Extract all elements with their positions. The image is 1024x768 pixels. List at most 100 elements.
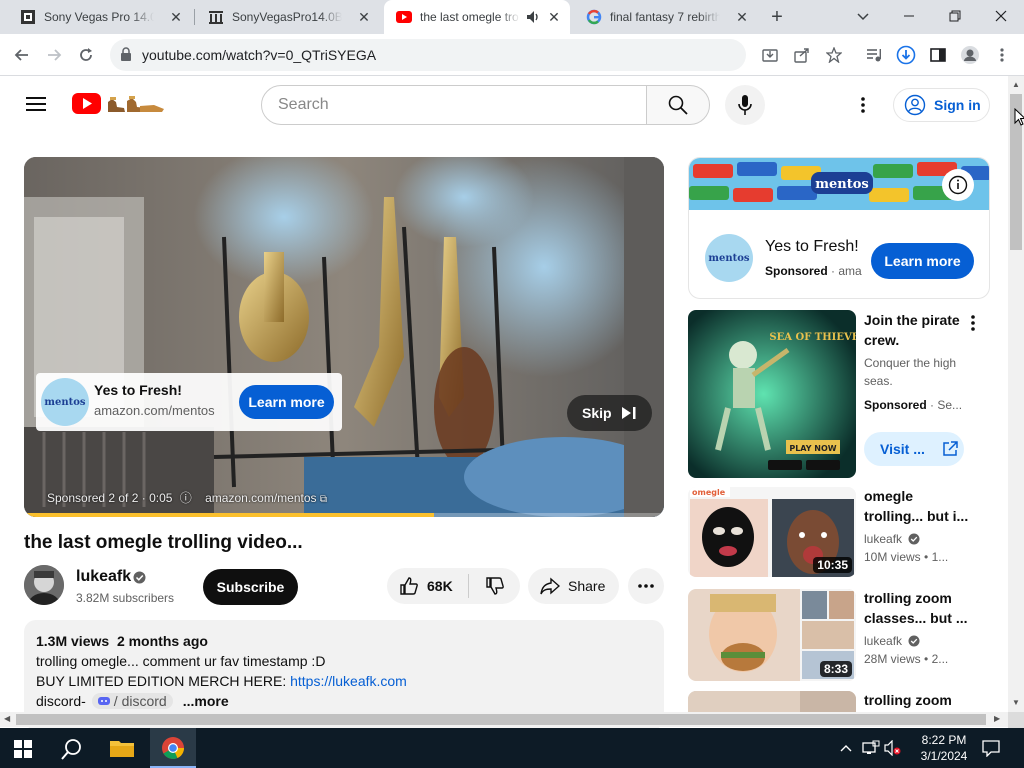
related-video-title-2[interactable]: trolling zoom classes... but ... xyxy=(864,588,968,628)
volume-muted-icon[interactable] xyxy=(884,739,902,761)
dislike-button[interactable] xyxy=(469,568,520,604)
related-video-title-1[interactable]: omegle trolling... but i... xyxy=(864,486,968,526)
settings-kebab-icon[interactable] xyxy=(860,96,866,119)
related-video-channel-2[interactable]: lukeafk xyxy=(864,632,920,650)
description-line-1: trolling omegle... comment ur fav timest… xyxy=(36,653,326,669)
promo-visit-button[interactable]: Visit ... xyxy=(864,432,964,466)
scroll-right-arrow-icon[interactable]: ▶ xyxy=(994,714,1000,723)
lock-icon[interactable] xyxy=(120,47,132,66)
audio-playing-icon[interactable] xyxy=(526,10,540,27)
address-bar[interactable]: youtube.com/watch?v=0_QTriSYEGA xyxy=(110,39,746,71)
browser-menu-kebab-icon[interactable] xyxy=(988,41,1016,69)
channel-avatar[interactable] xyxy=(24,565,64,605)
restore-window-icon[interactable] xyxy=(944,6,966,26)
browser-tab-1[interactable]: Sony Vegas Pro 14.0 Bu ✕ xyxy=(8,0,192,34)
related-video-meta-1: 10M views • 1... xyxy=(864,550,949,564)
install-app-icon[interactable] xyxy=(756,41,784,69)
show-hidden-icons-chevron-icon[interactable] xyxy=(840,741,852,759)
close-window-icon[interactable] xyxy=(990,6,1012,26)
back-arrow-icon[interactable] xyxy=(8,41,36,69)
profile-avatar-icon[interactable] xyxy=(956,41,984,69)
youtube-logo[interactable] xyxy=(72,93,166,120)
discord-prefix: discord- xyxy=(36,693,86,709)
info-icon xyxy=(948,175,968,195)
vertical-scrollbar[interactable]: ▲ ▼ xyxy=(1008,76,1024,712)
search-button[interactable] xyxy=(646,85,710,125)
thumbs-up-icon xyxy=(400,577,418,595)
info-circle-icon[interactable]: ⓘ xyxy=(180,491,192,505)
scroll-up-arrow-icon[interactable]: ▲ xyxy=(1012,80,1020,89)
overlay-ad-card[interactable]: mentos Yes to Fresh! amazon.com/mentos L… xyxy=(36,373,342,431)
close-tab-icon[interactable]: ✕ xyxy=(546,9,562,25)
forward-arrow-icon[interactable] xyxy=(40,41,68,69)
companion-learn-more-button[interactable]: Learn more xyxy=(871,243,974,279)
discord-chip[interactable]: / discord xyxy=(91,693,173,709)
channel-name[interactable]: lukeafk xyxy=(76,568,131,586)
file-explorer-icon[interactable] xyxy=(110,738,134,763)
tab-search-chevron-icon[interactable] xyxy=(852,6,874,26)
companion-ad-card[interactable]: mentos mentos Yes to Fresh! Sponsored · … xyxy=(688,157,990,299)
browser-tab-3-active[interactable]: the last omegle tro ✕ xyxy=(384,0,570,34)
reload-icon[interactable] xyxy=(72,41,100,69)
video-player[interactable]: mentos Yes to Fresh! amazon.com/mentos L… xyxy=(24,157,664,517)
more-horizontal-icon xyxy=(638,584,654,588)
sony-icon xyxy=(20,9,36,25)
promo-menu-kebab-icon[interactable] xyxy=(970,314,976,337)
scroll-down-arrow-icon[interactable]: ▼ xyxy=(1012,698,1020,707)
related-video-channel-1[interactable]: lukeafk xyxy=(864,530,920,548)
share-button[interactable]: Share xyxy=(528,568,619,604)
related-video-title-3[interactable]: trolling zoom xyxy=(864,690,952,710)
scrollbar-corner xyxy=(1008,712,1024,728)
browser-tab-4[interactable]: final fantasy 7 rebirth - ✕ xyxy=(574,0,758,34)
sign-in-button[interactable]: Sign in xyxy=(893,88,990,122)
subscribe-button[interactable]: Subscribe xyxy=(203,569,298,605)
more-actions-button[interactable] xyxy=(628,568,664,604)
merch-link[interactable]: https://lukeafk.com xyxy=(290,673,407,689)
side-panel-icon[interactable] xyxy=(924,41,952,69)
browser-tab-2[interactable]: SonyVegasPro14.0Build ✕ xyxy=(196,0,380,34)
close-tab-icon[interactable]: ✕ xyxy=(734,9,750,25)
url-text: youtube.com/watch?v=0_QTriSYEGA xyxy=(142,47,377,63)
search-input[interactable]: Search xyxy=(261,85,647,125)
minimize-window-icon[interactable] xyxy=(898,6,920,26)
show-more-link[interactable]: ...more xyxy=(183,693,229,709)
new-tab-button[interactable]: + xyxy=(766,6,788,28)
close-tab-icon[interactable]: ✕ xyxy=(356,9,372,25)
scroll-left-arrow-icon[interactable]: ◀ xyxy=(4,714,10,723)
ad-learn-more-button[interactable]: Learn more xyxy=(239,385,334,419)
action-center-icon[interactable] xyxy=(982,739,1000,762)
media-controls-icon[interactable] xyxy=(860,41,888,69)
related-video-thumbnail-2[interactable]: 8:33 xyxy=(688,589,856,681)
horizontal-scroll-thumb[interactable] xyxy=(16,714,986,725)
sponsored-link[interactable]: amazon.com/mentos xyxy=(205,491,316,505)
merch-text: BUY LIMITED EDITION MERCH HERE: xyxy=(36,673,287,689)
voice-search-button[interactable] xyxy=(725,85,765,125)
view-stats: 1.3M views 2 months ago xyxy=(36,633,208,649)
windows-start-icon[interactable] xyxy=(14,740,32,763)
network-icon[interactable] xyxy=(862,740,880,761)
promo-ad-thumbnail[interactable]: SEA OF THIEVES PLAY NOW xyxy=(688,310,856,478)
related-video-meta-2: 28M views • 2... xyxy=(864,652,949,666)
ad-progress-bar[interactable] xyxy=(24,513,664,517)
skip-next-icon xyxy=(621,407,636,419)
close-tab-icon[interactable]: ✕ xyxy=(168,9,184,25)
ad-info-button[interactable] xyxy=(942,169,974,201)
hamburger-menu-icon[interactable] xyxy=(26,96,46,117)
related-video-thumbnail-1[interactable]: omegle 10:35 xyxy=(688,487,856,577)
chrome-taskbar-button[interactable] xyxy=(150,728,196,768)
related-video-thumbnail-3[interactable] xyxy=(688,691,856,712)
skip-ad-button[interactable]: Skip xyxy=(567,395,652,431)
search-icon xyxy=(668,95,688,115)
upload-age: 2 months ago xyxy=(116,633,208,649)
bookmark-star-icon[interactable] xyxy=(820,41,848,69)
mentos-logo: mentos xyxy=(41,378,89,426)
system-clock[interactable]: 8:22 PM 3/1/2024 xyxy=(912,732,976,764)
verified-badge-icon xyxy=(908,533,920,545)
downloads-icon[interactable] xyxy=(892,41,920,69)
share-page-icon[interactable] xyxy=(788,41,816,69)
horizontal-scrollbar[interactable]: ◀ ▶ xyxy=(0,712,1008,727)
like-button[interactable]: 68K xyxy=(387,568,468,604)
taskbar-search-icon[interactable] xyxy=(60,737,84,766)
promo-title[interactable]: Join the pirate crew. xyxy=(864,310,964,350)
video-duration: 10:35 xyxy=(813,557,852,573)
